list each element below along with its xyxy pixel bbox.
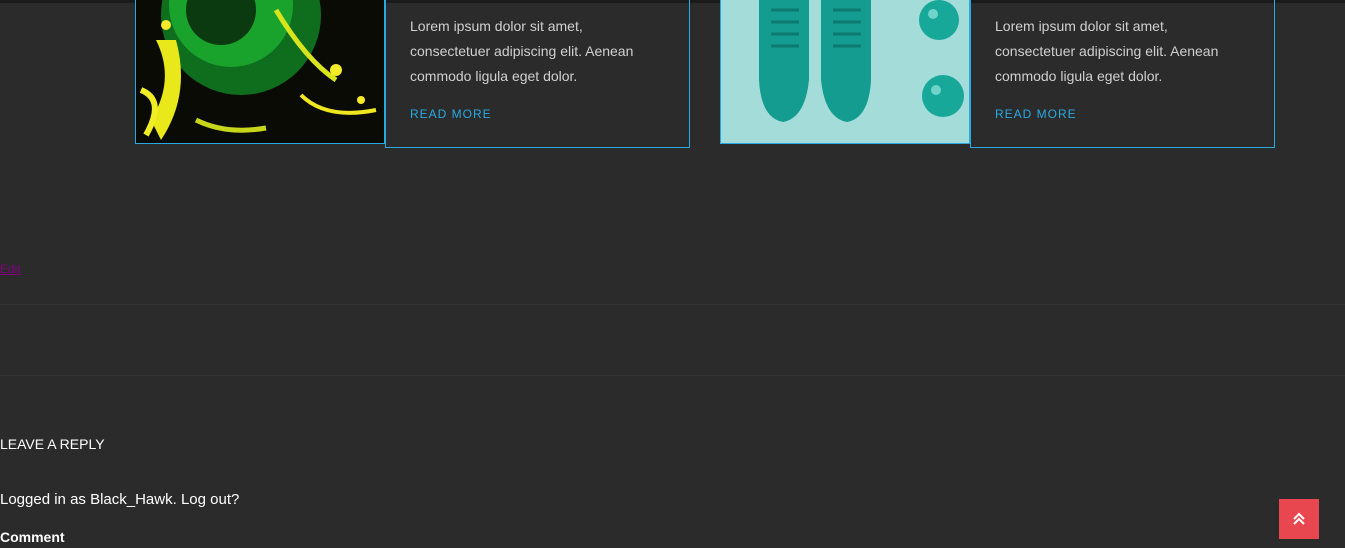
read-more-link[interactable]: READ MORE xyxy=(995,107,1077,121)
read-more-link[interactable]: READ MORE xyxy=(410,107,492,121)
logout-link[interactable]: Log out? xyxy=(181,491,239,508)
card-image-sneakers[interactable] xyxy=(720,0,970,144)
green-helmet-icon xyxy=(136,0,384,143)
logged-in-prefix: Logged in as xyxy=(0,491,91,508)
card-body-2: Lorem ipsum dolor sit amet, consectetuer… xyxy=(970,0,1275,148)
separator: . xyxy=(172,491,181,508)
card-excerpt: Lorem ipsum dolor sit amet, consectetuer… xyxy=(410,18,634,84)
divider xyxy=(0,375,1345,376)
leave-a-reply-heading: LEAVE A REPLY xyxy=(0,436,105,452)
card-body-1: Lorem ipsum dolor sit amet, consectetuer… xyxy=(385,0,690,148)
card-excerpt: Lorem ipsum dolor sit amet, consectetuer… xyxy=(995,18,1219,84)
logged-in-notice: Logged in as Black_Hawk. Log out? xyxy=(0,491,239,508)
teal-sneakers-icon xyxy=(721,0,969,143)
back-to-top-button[interactable] xyxy=(1279,499,1319,539)
comment-label: Comment xyxy=(0,529,65,545)
divider xyxy=(0,304,1345,305)
double-chevron-up-icon xyxy=(1293,512,1305,525)
card-image-helmet[interactable] xyxy=(135,0,385,144)
username-link[interactable]: Black_Hawk xyxy=(90,491,173,508)
edit-link[interactable]: Edit xyxy=(0,262,21,276)
